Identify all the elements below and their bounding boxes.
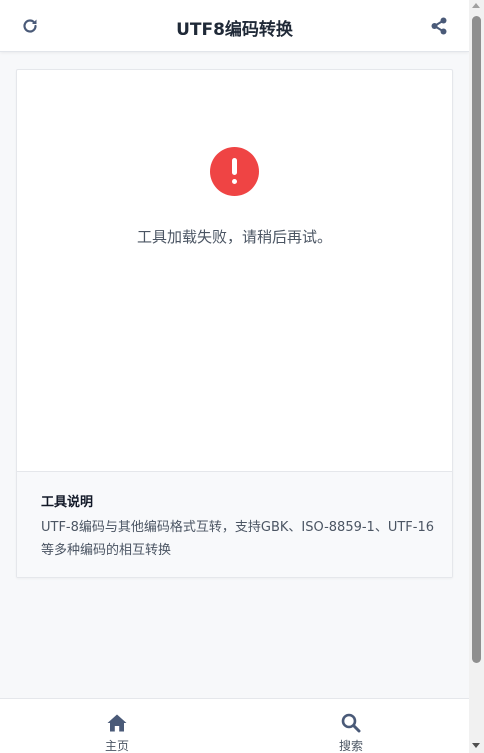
share-icon (431, 17, 447, 35)
home-icon (107, 714, 127, 732)
description-title: 工具说明 (41, 495, 94, 510)
nav-label-search: 搜索 (338, 739, 363, 753)
top-app-bar: UTF8编码转换 (0, 0, 469, 52)
error-state: 工具加载失败，请稍后再试。 (17, 70, 452, 471)
tool-card: 工具加载失败，请稍后再试。 工具说明 UTF-8编码与其他编码格式互转，支持GB… (16, 69, 453, 578)
nav-label-home: 主页 (104, 739, 129, 753)
nav-item-home[interactable]: 主页 (57, 699, 177, 753)
scroll-down-arrow-icon[interactable] (472, 743, 480, 748)
description-text: UTF-8编码与其他编码格式互转，支持GBK、ISO-8859-1、UTF-16… (41, 520, 434, 558)
bottom-navigation: 主页 搜索 (0, 698, 469, 753)
scrollbar-thumb[interactable] (472, 16, 481, 663)
error-message: 工具加载失败，请稍后再试。 (136, 228, 332, 246)
exclamation-dot (232, 179, 237, 184)
nav-item-search[interactable]: 搜索 (291, 699, 411, 753)
share-button[interactable] (429, 16, 449, 36)
exclamation-circle-icon (210, 147, 259, 196)
app-shell: UTF8编码转换 工具加载失败，请稍后再试。 工具说明 UTF-8编码与其他编码… (0, 0, 469, 753)
tool-description: 工具说明 UTF-8编码与其他编码格式互转，支持GBK、ISO-8859-1、U… (17, 471, 452, 577)
search-icon (341, 713, 361, 733)
scroll-up-arrow-icon[interactable] (472, 3, 480, 8)
page-title: UTF8编码转换 (176, 20, 293, 40)
exclamation-bar (232, 158, 237, 175)
